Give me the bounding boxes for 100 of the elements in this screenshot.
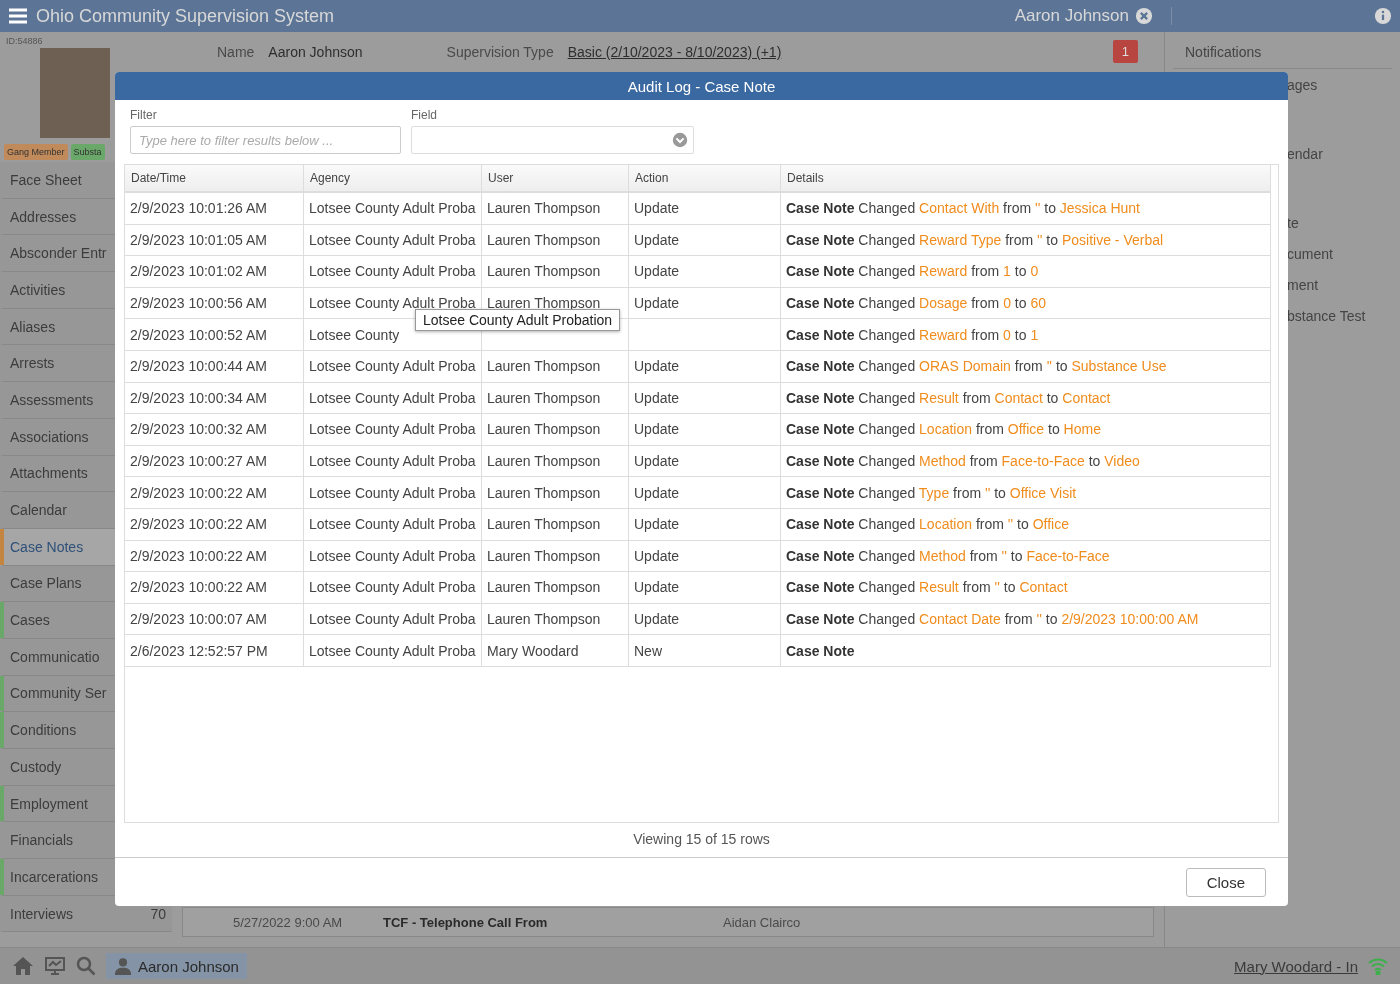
sidebar-label: Community Ser — [10, 685, 107, 702]
change-description: Case Note Changed Method from Face-to-Face to Video — [786, 453, 1140, 470]
table-cell: 2/9/2023 10:00:44 AM — [125, 350, 304, 383]
table-cell: Update — [629, 414, 781, 446]
change-description: Case Note Changed Reward from 1 to 0 — [786, 263, 1039, 280]
app-title: Ohio Community Supervision System — [36, 5, 336, 27]
table-cell: 2/9/2023 10:00:27 AM — [125, 445, 304, 478]
sidebar-label: Conditions — [10, 722, 77, 739]
table-cell: Update — [629, 572, 781, 604]
tag: Gang Member — [4, 144, 68, 160]
change-description: Case Note Changed Contact Date from '' to 2/9/2023 10:00:00 AM — [786, 611, 1199, 627]
wifi-icon — [1368, 957, 1388, 975]
sidebar-label: Face Sheet — [10, 171, 82, 188]
table-cell: Lotsee County Adult Proba — [304, 382, 482, 415]
table-cell: Lotsee County Adult Proba — [304, 572, 482, 604]
change-description: Case Note Changed Location from '' to Office — [786, 516, 1069, 533]
table-cell: Lauren Thompson — [482, 540, 629, 573]
home-icon[interactable] — [12, 956, 34, 976]
field-label: Field — [411, 108, 438, 122]
column-header[interactable]: Date/Time — [125, 165, 304, 193]
change-description: Case Note Changed ORAS Domain from '' to Substance Use — [786, 358, 1167, 375]
table-cell: Update — [629, 508, 781, 541]
table-cell: Lotsee County Adult Proba — [304, 224, 482, 257]
table-cell: Update — [629, 540, 781, 573]
panel-title: Notifications — [1173, 32, 1392, 69]
note-date: 5/27/2022 9:00 AM — [233, 914, 344, 930]
user-status[interactable]: Mary Woodard - In — [1234, 957, 1358, 975]
tooltip: Lotsee County Adult Probation — [415, 309, 621, 331]
client-id: ID:54886 — [5, 35, 44, 46]
table-cell: 2/9/2023 10:00:34 AM — [125, 382, 304, 415]
table-cell: Lotsee County Adult Proba — [304, 635, 482, 667]
table-cell: Lauren Thompson — [482, 382, 629, 415]
record-tab[interactable]: Aaron Johnson — [106, 953, 247, 979]
table-cell: 2/9/2023 10:00:32 AM — [125, 414, 304, 446]
person-icon — [114, 957, 132, 975]
filter-field[interactable]: Type here to filter results below ... — [130, 126, 401, 154]
field-dropdown[interactable] — [411, 126, 694, 154]
sidebar-label: Addresses — [10, 208, 77, 225]
sidebar-label: Employment — [10, 795, 88, 812]
supervision-link[interactable]: Basic (2/10/2023 - 8/10/2023) (+1) — [567, 43, 782, 60]
table-cell: Lauren Thompson — [482, 350, 629, 383]
alert-badge[interactable]: 1 — [1112, 40, 1138, 63]
close-icon[interactable] — [1135, 7, 1153, 25]
table-cell: 2/9/2023 10:00:22 AM — [125, 572, 304, 604]
sidebar-label: Associations — [10, 428, 89, 445]
table-cell: Lotsee County Adult Proba — [304, 193, 482, 225]
column-header[interactable]: Details — [781, 165, 1271, 193]
note-officer: Aidan Clairco — [723, 914, 801, 930]
change-description: Case Note Changed Contact With from '' to Jessica Hunt — [786, 200, 1140, 217]
info-icon[interactable] — [1374, 7, 1392, 25]
column-header[interactable]: User — [482, 165, 629, 193]
table-cell: Lauren Thompson — [482, 414, 629, 446]
sidebar-label: Case Notes — [10, 538, 84, 555]
column-header[interactable]: Action — [629, 165, 781, 193]
sidebar-label: Activities — [10, 281, 66, 298]
close-button[interactable]: Close — [1185, 867, 1266, 897]
record-name: Aaron Johnson — [1014, 6, 1129, 26]
search-icon[interactable] — [76, 956, 96, 976]
change-description: Case Note Changed Result from '' to Contact — [786, 579, 1068, 596]
sidebar-label: Calendar — [10, 502, 67, 519]
table-cell: Lauren Thompson — [482, 224, 629, 257]
table-cell: Lotsee County Adult Proba — [304, 508, 482, 541]
table-cell: Lotsee County Adult Proba — [304, 256, 482, 288]
sidebar-label: Attachments — [10, 465, 88, 482]
tag: Substa — [70, 144, 105, 160]
change-description: Case Note Changed Location from Office to Home — [786, 421, 1101, 438]
table-cell: 2/9/2023 10:00:07 AM — [125, 603, 304, 636]
row-count: Viewing 15 of 15 rows — [632, 830, 771, 849]
sidebar-label: Financials — [10, 832, 74, 849]
table-cell: New — [629, 635, 781, 667]
chevron-down-icon — [672, 132, 688, 148]
table-cell: 2/9/2023 10:00:22 AM — [125, 508, 304, 541]
sidebar-label: Assessments — [10, 391, 94, 408]
table-cell: Lotsee County Adult Proba — [304, 540, 482, 573]
sidebar-label: Custody — [10, 758, 62, 775]
table-cell: Update — [629, 445, 781, 478]
change-description: Case Note Changed Reward from 0 to 1 — [786, 326, 1039, 343]
change-description: Case Note Changed Dosage from 0 to 60 — [786, 295, 1046, 312]
change-description: Case Note — [786, 642, 855, 659]
table-cell: Lauren Thompson — [482, 193, 629, 225]
table-cell: Lotsee County Adult Proba — [304, 350, 482, 383]
column-header[interactable]: Agency — [304, 165, 482, 193]
menu-icon[interactable] — [8, 7, 28, 25]
table-cell: Lauren Thompson — [482, 256, 629, 288]
sidebar-label: Absconder Entr — [10, 245, 107, 262]
table-cell: Update — [629, 603, 781, 636]
table-cell: Update — [629, 350, 781, 383]
change-description: Case Note Changed Type from '' to Office Visit — [786, 484, 1077, 501]
change-description: Case Note Changed Result from Contact to Contact — [786, 389, 1111, 406]
monitor-icon[interactable] — [44, 956, 66, 976]
sidebar-label: Incarcerations — [10, 868, 98, 885]
note-type: TCF - Telephone Call From — [383, 914, 549, 930]
table-cell: 2/9/2023 10:01:26 AM — [125, 193, 304, 225]
client-name: Aaron Johnson — [268, 43, 363, 60]
table-cell: Update — [629, 256, 781, 288]
table-cell: Lauren Thompson — [482, 477, 629, 509]
table-cell: 2/6/2023 12:52:57 PM — [125, 635, 304, 667]
sidebar-label: Communicatio — [10, 648, 100, 665]
table-cell: Lauren Thompson — [482, 445, 629, 478]
table-cell: Lauren Thompson — [482, 508, 629, 541]
